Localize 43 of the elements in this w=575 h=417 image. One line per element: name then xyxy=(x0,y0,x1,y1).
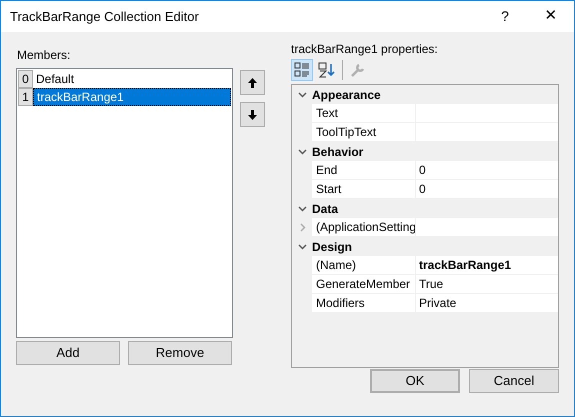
property-name[interactable]: (Name) xyxy=(312,256,416,275)
category-label: Appearance xyxy=(312,86,381,104)
chevron-down-icon[interactable] xyxy=(298,90,306,99)
wrench-icon xyxy=(350,62,366,78)
category-label: Design xyxy=(312,238,352,256)
chevron-down-icon[interactable] xyxy=(298,242,306,251)
property-name[interactable]: Start xyxy=(312,180,416,199)
property-name[interactable]: (ApplicationSetting xyxy=(312,218,416,237)
arrow-up-icon xyxy=(248,78,257,88)
arrow-down-icon xyxy=(248,110,257,120)
list-item[interactable]: trackBarRange1 xyxy=(33,88,231,106)
categorized-button[interactable] xyxy=(291,59,313,81)
window-title: TrackBarRange Collection Editor xyxy=(10,8,200,26)
members-label: Members: xyxy=(17,47,72,64)
category-label: Data xyxy=(312,200,338,218)
members-list[interactable]: 0 Default 1 trackBarRange1 xyxy=(16,68,233,338)
help-button[interactable]: ? xyxy=(482,1,528,32)
category-label: Behavior xyxy=(312,144,364,160)
index-label: 0 xyxy=(18,70,33,88)
properties-label: trackBarRange1 properties: xyxy=(291,41,439,58)
move-up-button[interactable] xyxy=(240,70,265,95)
property-name[interactable]: Text xyxy=(312,104,416,123)
property-name[interactable]: GenerateMember xyxy=(312,275,416,294)
list-item[interactable]: Default xyxy=(33,70,231,88)
close-button[interactable]: ✕ xyxy=(528,1,574,32)
chevron-down-icon[interactable] xyxy=(298,147,306,156)
chevron-down-icon[interactable] xyxy=(298,204,306,213)
sort-alphabetical-icon xyxy=(318,62,336,78)
index-label: 1 xyxy=(18,88,33,106)
property-value[interactable]: True xyxy=(416,275,558,294)
property-name[interactable]: Modifiers xyxy=(312,294,416,313)
property-name[interactable]: End xyxy=(312,161,416,180)
ok-button[interactable]: OK xyxy=(370,369,460,393)
categorized-icon xyxy=(294,62,310,78)
add-button[interactable]: Add xyxy=(16,341,120,365)
property-value[interactable]: 0 xyxy=(416,161,558,180)
property-name[interactable]: ToolTipText xyxy=(312,123,416,142)
move-down-button[interactable] xyxy=(240,102,265,127)
property-value[interactable]: trackBarRange1 xyxy=(416,256,558,275)
property-value[interactable]: 0 xyxy=(416,180,558,199)
property-value[interactable]: Private xyxy=(416,294,558,313)
remove-button[interactable]: Remove xyxy=(128,341,232,365)
cancel-button[interactable]: Cancel xyxy=(469,369,559,393)
